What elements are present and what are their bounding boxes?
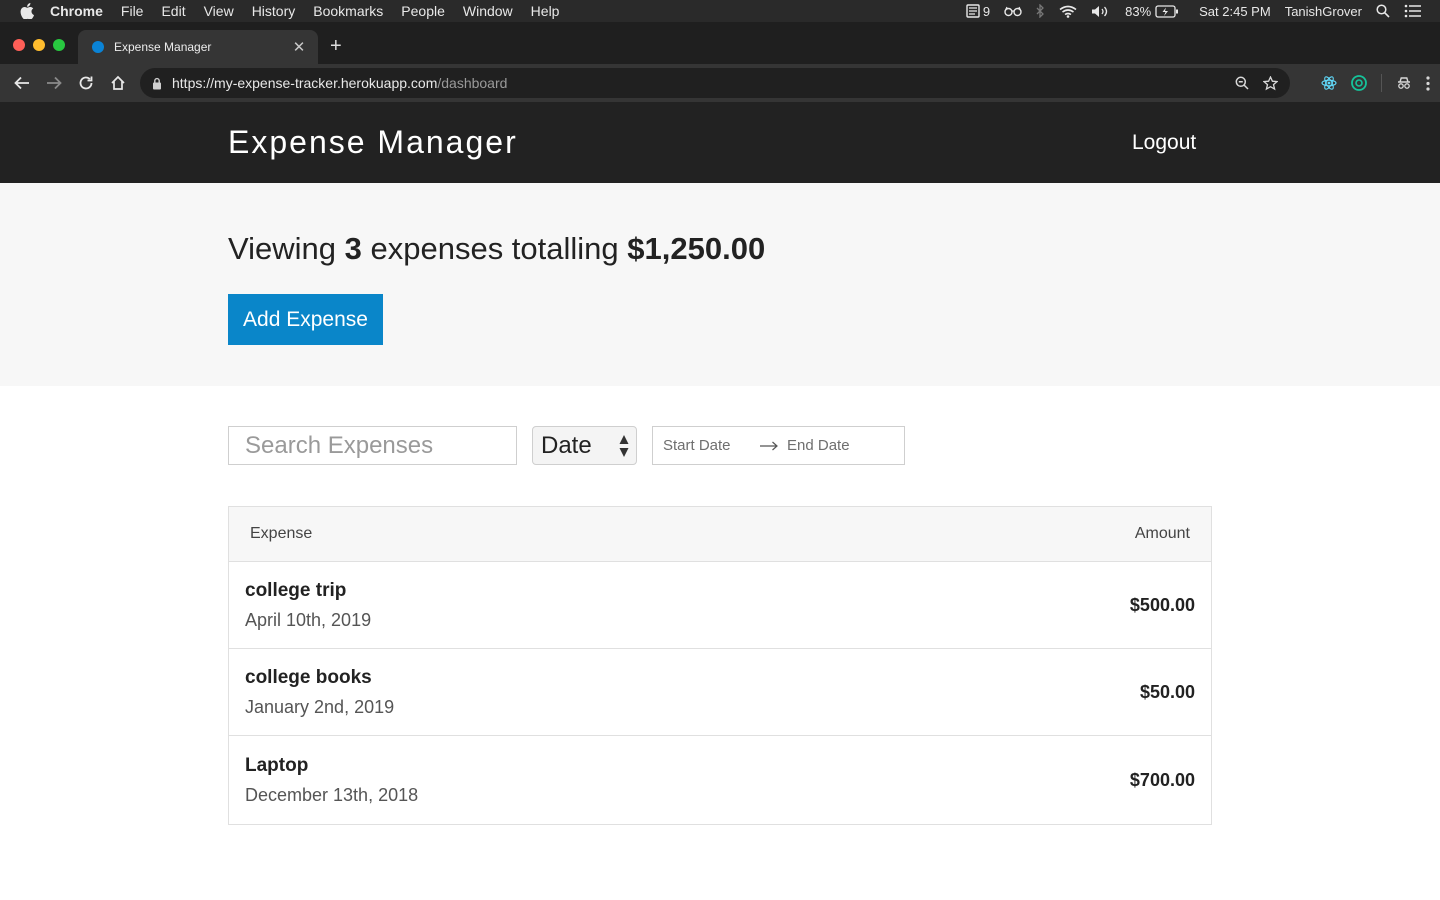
home-icon[interactable] — [102, 67, 134, 99]
date-range-arrow-icon — [753, 441, 785, 451]
menu-app-chrome[interactable]: Chrome — [50, 0, 103, 22]
notes-badge-icon[interactable]: 9 — [966, 4, 990, 19]
add-expense-button[interactable]: Add Expense — [228, 294, 383, 345]
tab-close-icon[interactable]: ✕ — [290, 38, 308, 56]
summary-count: 3 — [344, 231, 362, 266]
page-viewport: Expense Manager Logout Viewing 3 expense… — [0, 102, 1440, 900]
end-date-input[interactable]: End Date — [787, 437, 850, 454]
expense-description: college trip — [245, 579, 347, 601]
menu-history[interactable]: History — [252, 0, 296, 22]
sort-by-value: Date — [541, 431, 592, 459]
extensions-area — [1321, 64, 1430, 102]
notification-center-icon[interactable] — [1404, 4, 1422, 18]
menu-people[interactable]: People — [401, 0, 445, 22]
url-scheme: https:// — [172, 75, 215, 91]
menu-edit[interactable]: Edit — [161, 0, 185, 22]
react-devtools-icon[interactable] — [1321, 75, 1337, 91]
bluetooth-icon[interactable] — [1036, 4, 1045, 18]
expense-list-item[interactable]: college trip April 10th, 2019 $500.00 — [229, 562, 1211, 649]
battery-status[interactable]: 83% — [1125, 4, 1179, 19]
expense-date: December 13th, 2018 — [245, 784, 419, 805]
chrome-menu-icon[interactable] — [1426, 75, 1430, 91]
logout-button[interactable]: Logout — [1132, 131, 1196, 155]
address-bar[interactable]: https:// my-expense-tracker.herokuapp.co… — [140, 68, 1290, 98]
tab-title: Expense Manager — [114, 40, 212, 54]
expense-date: April 10th, 2019 — [245, 609, 372, 630]
window-close-button[interactable] — [13, 39, 25, 51]
reload-icon[interactable] — [70, 67, 102, 99]
column-header-amount: Amount — [1134, 525, 1190, 542]
expense-list-item[interactable]: Laptop December 13th, 2018 $700.00 — [229, 736, 1211, 824]
expense-amount: $700.00 — [1129, 769, 1195, 790]
tab-favicon-icon — [92, 41, 104, 53]
start-date-input[interactable]: Start Date — [663, 437, 753, 454]
back-icon[interactable] — [6, 67, 38, 99]
url-host: my-expense-tracker.herokuapp.com — [214, 75, 438, 91]
menu-bookmarks[interactable]: Bookmarks — [313, 0, 383, 22]
volume-icon[interactable] — [1091, 5, 1111, 18]
window-minimize-button[interactable] — [33, 39, 45, 51]
menu-help[interactable]: Help — [531, 0, 560, 22]
spotlight-search-icon[interactable] — [1376, 4, 1390, 18]
bookmark-star-icon[interactable] — [1263, 75, 1278, 91]
date-range-picker: Start Date End Date — [652, 426, 905, 465]
sort-by-select[interactable]: Date — [532, 426, 637, 465]
app-title[interactable]: Expense Manager — [228, 124, 518, 161]
expense-description: Laptop — [245, 754, 309, 776]
wifi-icon[interactable] — [1059, 5, 1077, 18]
forward-icon[interactable] — [38, 67, 70, 99]
expense-amount: $50.00 — [1139, 681, 1195, 702]
battery-charging-icon — [1155, 4, 1179, 18]
select-arrows-icon — [619, 434, 629, 458]
search-expenses-input[interactable] — [228, 426, 517, 465]
expense-list: Expense Amount college trip April 10th, … — [228, 506, 1212, 825]
window-zoom-button[interactable] — [53, 39, 65, 51]
macos-menu-bar: Chrome File Edit View History Bookmarks … — [0, 0, 1440, 22]
zoom-icon[interactable] — [1235, 76, 1249, 90]
menu-bar-status-area: 9 83% Sat 2:45 PM TanishGrover — [966, 0, 1422, 22]
column-header-expense: Expense — [250, 525, 313, 542]
menu-file[interactable]: File — [121, 0, 144, 22]
address-bar-actions — [1235, 68, 1278, 98]
browser-tab-strip: Expense Manager ✕ + — [0, 22, 1440, 64]
expenses-summary-text: Viewing 3 expenses totalling $1,250.00 — [228, 231, 765, 267]
summary-prefix: Viewing — [228, 231, 345, 266]
glasses-icon[interactable] — [1004, 5, 1022, 17]
summary-middle: expenses totalling — [361, 231, 628, 266]
battery-percent: 83% — [1125, 3, 1152, 19]
notes-badge-count: 9 — [982, 3, 991, 19]
expense-list-header: Expense Amount — [229, 507, 1211, 562]
expense-amount: $500.00 — [1129, 594, 1195, 615]
browser-toolbar: https:// my-expense-tracker.herokuapp.co… — [0, 64, 1440, 102]
url-path: /dashboard — [437, 75, 508, 91]
new-tab-icon[interactable]: + — [330, 36, 342, 56]
expenses-summary-section: Viewing 3 expenses totalling $1,250.00 A… — [0, 183, 1440, 386]
lock-icon[interactable] — [152, 77, 162, 90]
summary-total: $1,250.00 — [627, 231, 766, 266]
menu-view[interactable]: View — [204, 0, 234, 22]
expense-description: college books — [245, 666, 372, 688]
incognito-profile-icon[interactable] — [1396, 75, 1412, 91]
menu-window[interactable]: Window — [463, 0, 513, 22]
apple-logo-icon[interactable] — [20, 3, 36, 19]
toolbar-divider — [1381, 74, 1382, 92]
grammarly-extension-icon[interactable] — [1351, 75, 1367, 91]
expense-date: January 2nd, 2019 — [245, 696, 395, 717]
app-header: Expense Manager Logout — [0, 102, 1440, 183]
menu-bar-clock[interactable]: Sat 2:45 PM — [1199, 4, 1271, 19]
expense-list-item[interactable]: college books January 2nd, 2019 $50.00 — [229, 649, 1211, 736]
menu-bar-user[interactable]: TanishGrover — [1285, 4, 1362, 19]
browser-tab-expense-manager[interactable]: Expense Manager ✕ — [78, 30, 318, 64]
